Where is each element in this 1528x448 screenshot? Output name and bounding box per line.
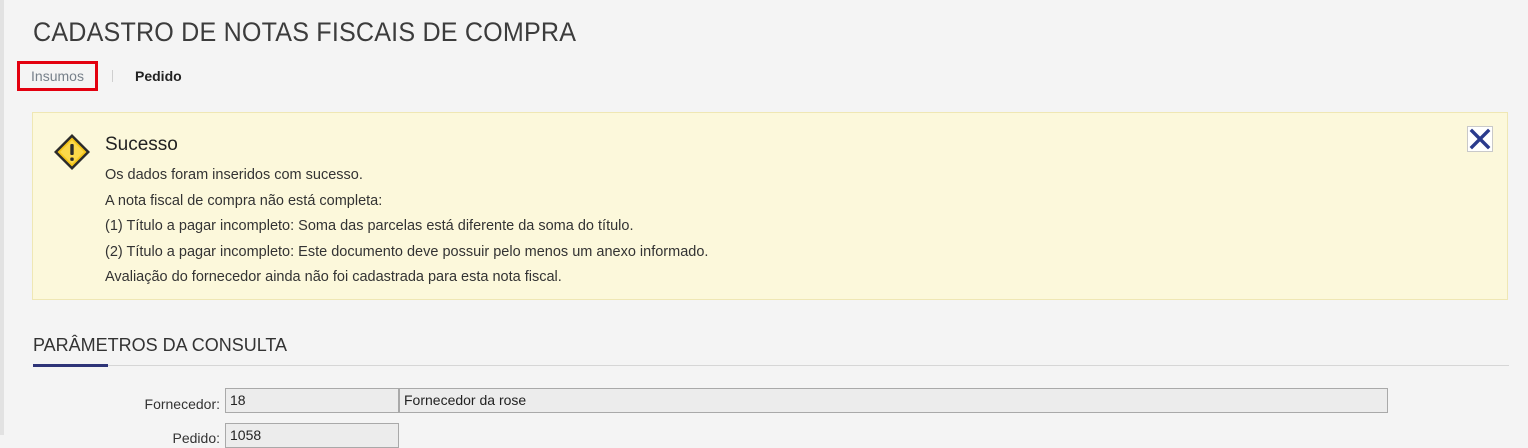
tab-pedido[interactable]: Pedido	[135, 68, 182, 84]
success-alert: Sucesso Os dados foram inseridos com suc…	[32, 112, 1508, 300]
left-edge	[0, 0, 4, 435]
tab-bar: Insumos Pedido	[17, 61, 182, 91]
section-divider	[33, 365, 1509, 366]
page-title: CADASTRO DE NOTAS FISCAIS DE COMPRA	[33, 17, 577, 47]
tab-insumos[interactable]: Insumos	[17, 61, 98, 91]
warning-icon	[54, 134, 90, 170]
alert-line: Avaliação do fornecedor ainda não foi ca…	[105, 269, 562, 285]
fornecedor-label: Fornecedor:	[144, 396, 220, 412]
alert-line: (2) Título a pagar incompleto: Este docu…	[105, 243, 709, 260]
close-icon[interactable]	[1467, 126, 1493, 152]
fornecedor-code-field[interactable]: 18	[225, 388, 399, 413]
tab-separator	[112, 70, 113, 82]
pedido-field[interactable]: 1058	[225, 423, 399, 448]
fornecedor-name-field[interactable]: Fornecedor da rose	[399, 388, 1388, 413]
section-title: PARÂMETROS DA CONSULTA	[33, 335, 288, 355]
section-divider-accent	[33, 364, 108, 367]
alert-title: Sucesso	[105, 134, 178, 155]
alert-message: Os dados foram inseridos com sucesso. A …	[105, 163, 708, 291]
pedido-label: Pedido:	[172, 430, 220, 446]
alert-line: (1) Título a pagar incompleto: Soma das …	[105, 218, 634, 234]
alert-line: A nota fiscal de compra não está complet…	[105, 192, 383, 209]
alert-line: Os dados foram inseridos com sucesso.	[105, 167, 363, 183]
